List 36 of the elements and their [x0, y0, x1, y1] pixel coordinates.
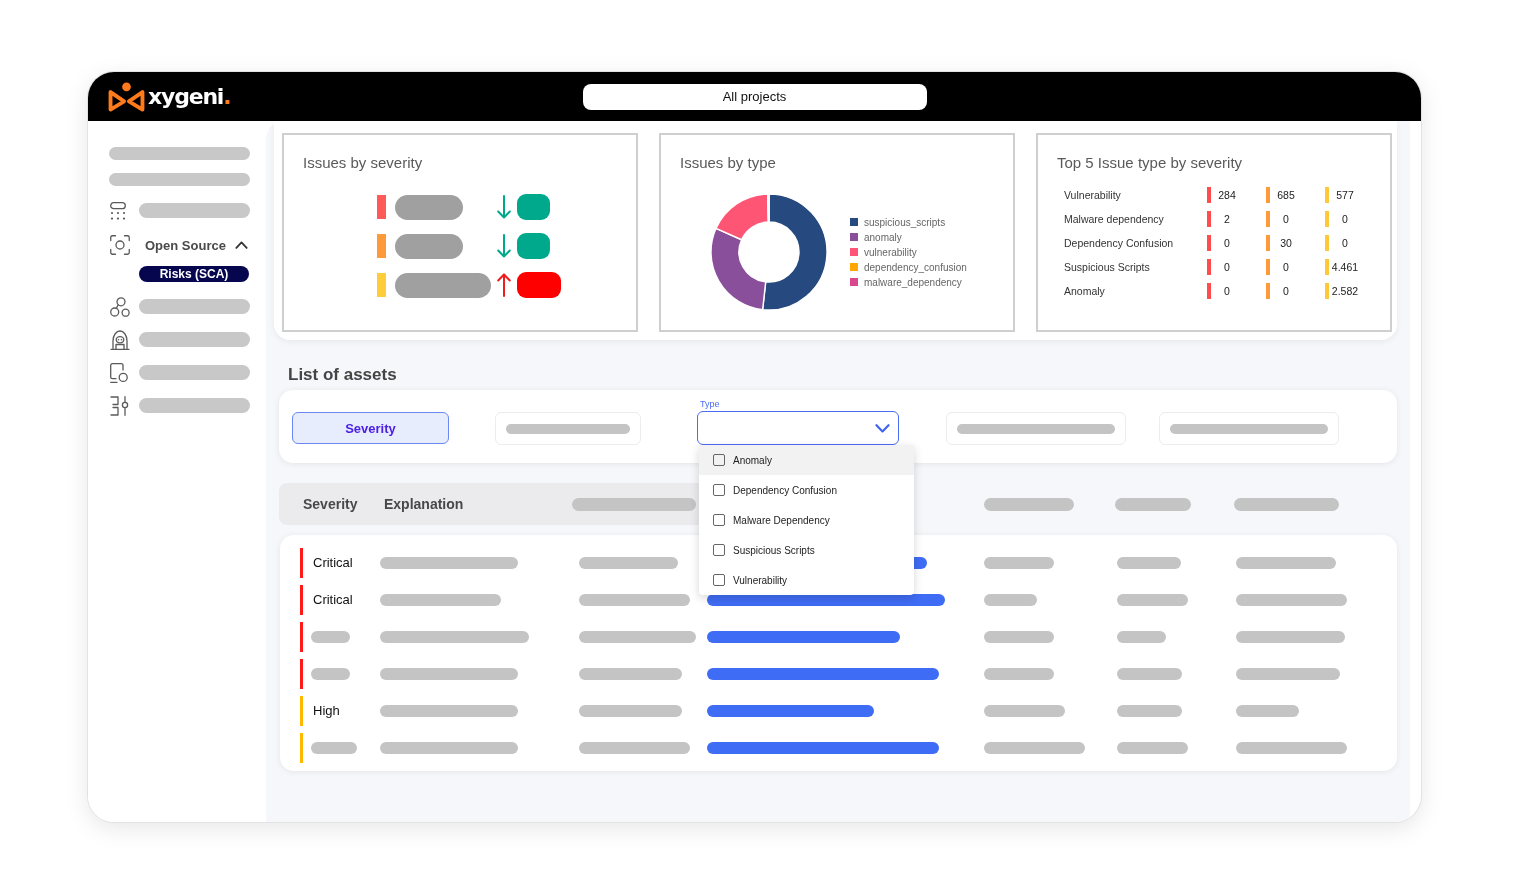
count-value: 0: [1341, 213, 1349, 225]
count-value: 30: [1279, 237, 1293, 249]
section-title: List of assets: [288, 365, 397, 385]
column-header: Explanation: [384, 496, 464, 512]
count-value: 0: [1282, 285, 1290, 297]
issue-type-label: Anomaly: [1064, 285, 1106, 297]
count-value: 2.582: [1330, 285, 1360, 297]
legend-label: malware_dependency: [864, 276, 962, 288]
count-value: 284: [1217, 189, 1237, 201]
card-title: Top 5 Issue type by severity: [1057, 154, 1243, 171]
logo-text: xygeni.: [148, 83, 231, 111]
count-value: 0: [1223, 261, 1231, 273]
legend-label: vulnerability: [864, 246, 917, 258]
table-cell: Critical: [313, 555, 353, 570]
count-value: 685: [1276, 189, 1296, 201]
count-value: 0: [1282, 213, 1290, 225]
table-cell: Critical: [313, 592, 353, 607]
count-value: 0: [1223, 237, 1231, 249]
count-value: 0: [1341, 237, 1349, 249]
legend-label: suspicious_scripts: [864, 216, 946, 228]
count-value: 0: [1282, 261, 1290, 273]
issue-type-label: Vulnerability: [1064, 189, 1122, 201]
card-title: Issues by type: [680, 154, 776, 171]
count-value: 577: [1335, 189, 1355, 201]
count-value: 0: [1223, 285, 1231, 297]
count-value: 2: [1223, 213, 1231, 225]
legend-label: anomaly: [864, 231, 902, 243]
issue-type-label: Malware dependency: [1064, 213, 1165, 225]
issue-type-label: Suspicious Scripts: [1064, 261, 1151, 273]
issue-type-label: Dependency Confusion: [1064, 237, 1175, 249]
card-title: Issues by severity: [303, 154, 423, 171]
legend-label: dependency_confusion: [864, 261, 967, 273]
field-label: Type: [700, 399, 720, 409]
column-header: Severity: [303, 496, 358, 512]
table-cell: High: [313, 703, 340, 718]
count-value: 4.461: [1330, 261, 1360, 273]
